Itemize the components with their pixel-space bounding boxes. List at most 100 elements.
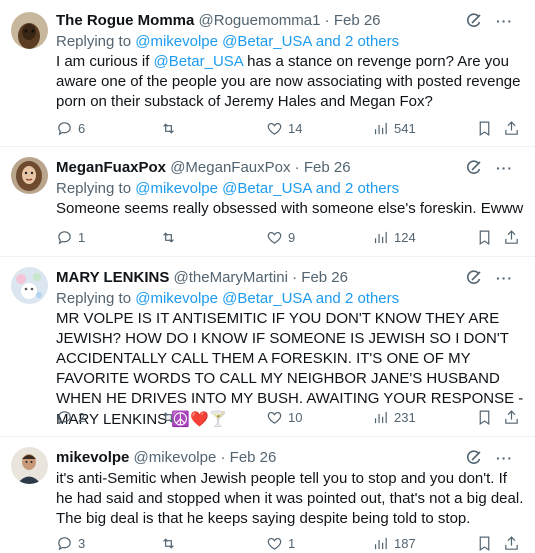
heart-icon [267, 411, 282, 424]
tweet[interactable]: MeganFuaxPox @MeganFauxPox · Feb 26 ··· … [0, 147, 535, 257]
timestamp[interactable]: Feb 26 [334, 12, 381, 29]
reply-count: 1 [78, 229, 86, 245]
timestamp[interactable]: Feb 26 [304, 159, 351, 176]
like-count: 9 [288, 229, 296, 245]
like-count: 14 [288, 120, 303, 136]
view-count: 231 [394, 409, 416, 425]
view-count: 541 [394, 120, 416, 136]
tweet[interactable]: The Rogue Momma @Roguemomma1 · Feb 26 ··… [0, 0, 535, 147]
more-icon[interactable]: ··· [496, 13, 513, 29]
views-icon [374, 122, 387, 134]
like-count: 1 [288, 535, 296, 551]
action-bar: 2 10 231 [0, 407, 535, 427]
reply-count: 2 [78, 409, 86, 425]
grok-icon[interactable] [466, 270, 482, 286]
like-button[interactable]: 1 [266, 533, 295, 553]
action-bar: 1 9 124 [0, 227, 535, 247]
reply-icon [58, 230, 71, 244]
tweet[interactable]: mikevolpe @mikevolpe · Feb 26 ··· it's a… [0, 437, 535, 553]
views-icon [374, 537, 387, 549]
display-name[interactable]: mikevolpe [56, 449, 129, 466]
retweet-button[interactable] [160, 533, 182, 553]
display-name[interactable]: The Rogue Momma [56, 12, 194, 29]
reply-button[interactable]: 6 [56, 118, 85, 138]
handle[interactable]: @MeganFauxPox [170, 159, 290, 176]
like-count: 10 [288, 409, 303, 425]
replying-to-users[interactable]: @mikevolpe @Betar_USA and 2 others [135, 180, 399, 197]
retweet-icon [163, 231, 174, 243]
reply-count: 6 [78, 120, 86, 136]
reply-button[interactable]: 1 [56, 227, 85, 247]
bookmark-button[interactable] [476, 118, 493, 138]
views-button[interactable]: 124 [372, 227, 416, 247]
handle[interactable]: @Roguemomma1 [199, 12, 321, 29]
separator: · [324, 12, 330, 29]
retweet-icon [163, 122, 174, 134]
handle[interactable]: @theMaryMartini [174, 269, 288, 286]
like-button[interactable]: 9 [266, 227, 295, 247]
bookmark-button[interactable] [476, 227, 493, 247]
separator: · [292, 269, 298, 286]
avatar[interactable] [11, 267, 48, 304]
reply-icon [58, 410, 71, 424]
more-icon[interactable]: ··· [496, 160, 513, 176]
share-button[interactable] [503, 118, 520, 138]
share-button[interactable] [503, 227, 520, 247]
replying-to-label: Replying to [56, 33, 136, 50]
action-bar: 6 14 541 [0, 118, 535, 138]
tweet-text: it's anti-Semitic when Jewish people tel… [56, 470, 524, 527]
like-button[interactable]: 10 [266, 407, 302, 427]
share-icon [505, 535, 518, 550]
bookmark-icon [479, 410, 490, 425]
mention-link[interactable]: @Betar_USA [154, 53, 243, 70]
reply-feed: The Rogue Momma @Roguemomma1 · Feb 26 ··… [0, 0, 535, 553]
avatar[interactable] [11, 447, 48, 484]
separator: · [294, 159, 300, 176]
bookmark-button[interactable] [476, 533, 493, 553]
avatar[interactable] [11, 12, 48, 49]
retweet-button[interactable] [160, 407, 182, 427]
views-icon [374, 231, 387, 243]
views-button[interactable]: 541 [372, 118, 416, 138]
share-icon [505, 120, 518, 135]
retweet-button[interactable] [160, 227, 182, 247]
handle[interactable]: @mikevolpe [134, 449, 217, 466]
bookmark-icon [479, 536, 490, 551]
tweet[interactable]: MARY LENKINS @theMaryMartini · Feb 26 ··… [0, 257, 535, 437]
retweet-icon [163, 411, 174, 423]
grok-icon[interactable] [466, 13, 482, 29]
more-icon[interactable]: ··· [496, 270, 513, 286]
bookmark-icon [479, 230, 490, 245]
views-button[interactable]: 187 [372, 533, 416, 553]
bookmark-button[interactable] [476, 407, 493, 427]
bookmark-icon [479, 121, 490, 136]
heart-icon [267, 231, 282, 244]
separator: · [220, 449, 226, 466]
reply-icon [58, 121, 71, 135]
timestamp[interactable]: Feb 26 [301, 269, 348, 286]
grok-icon[interactable] [466, 450, 482, 466]
replying-to: Replying to @mikevolpe @Betar_USA and 2 … [56, 179, 527, 199]
timestamp[interactable]: Feb 26 [230, 449, 277, 466]
reply-count: 3 [78, 535, 86, 551]
share-icon [505, 409, 518, 424]
reply-button[interactable]: 3 [56, 533, 85, 553]
views-button[interactable]: 231 [372, 407, 416, 427]
share-icon [505, 229, 518, 244]
like-button[interactable]: 14 [266, 118, 302, 138]
share-button[interactable] [503, 407, 520, 427]
display-name[interactable]: MARY LENKINS [56, 269, 169, 286]
replying-to-users[interactable]: @mikevolpe @Betar_USA and 2 others [135, 290, 399, 307]
display-name[interactable]: MeganFuaxPox [56, 159, 166, 176]
grok-icon[interactable] [466, 160, 482, 176]
share-button[interactable] [503, 533, 520, 553]
retweet-button[interactable] [160, 118, 182, 138]
reply-button[interactable]: 2 [56, 407, 85, 427]
more-icon[interactable]: ··· [496, 450, 513, 466]
action-bar: 3 1 187 [0, 533, 535, 553]
replying-to: Replying to @mikevolpe @Betar_USA and 2 … [56, 32, 527, 52]
replying-to-users[interactable]: @mikevolpe @Betar_USA and 2 others [135, 33, 399, 50]
heart-icon [267, 122, 282, 135]
views-icon [374, 411, 387, 423]
avatar[interactable] [11, 157, 48, 194]
